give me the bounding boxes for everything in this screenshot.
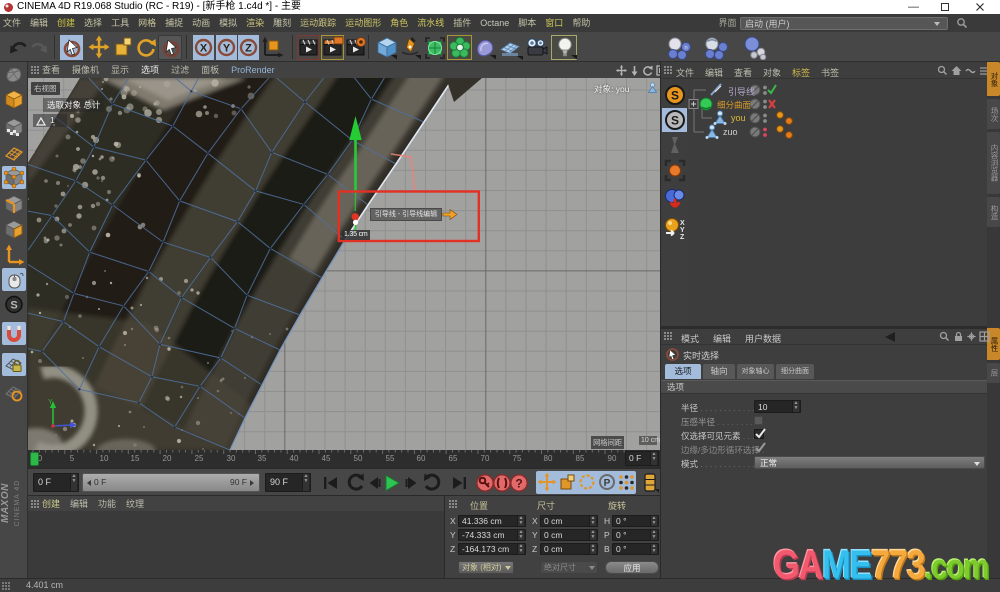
svg-text:Z: Z (680, 234, 685, 241)
svg-text:Y: Y (223, 43, 231, 55)
svg-text:S: S (671, 114, 679, 128)
svg-text:P: P (604, 478, 611, 489)
svg-text:X: X (680, 220, 685, 227)
svg-text:Z: Z (245, 43, 252, 55)
svg-text:n: n (684, 46, 687, 52)
svg-text:X: X (200, 43, 208, 55)
svg-text:Y: Y (48, 399, 53, 406)
svg-text:?: ? (515, 477, 522, 491)
svg-text:Y: Y (680, 227, 685, 234)
svg-text:S: S (671, 89, 679, 103)
svg-text:S: S (10, 300, 17, 312)
